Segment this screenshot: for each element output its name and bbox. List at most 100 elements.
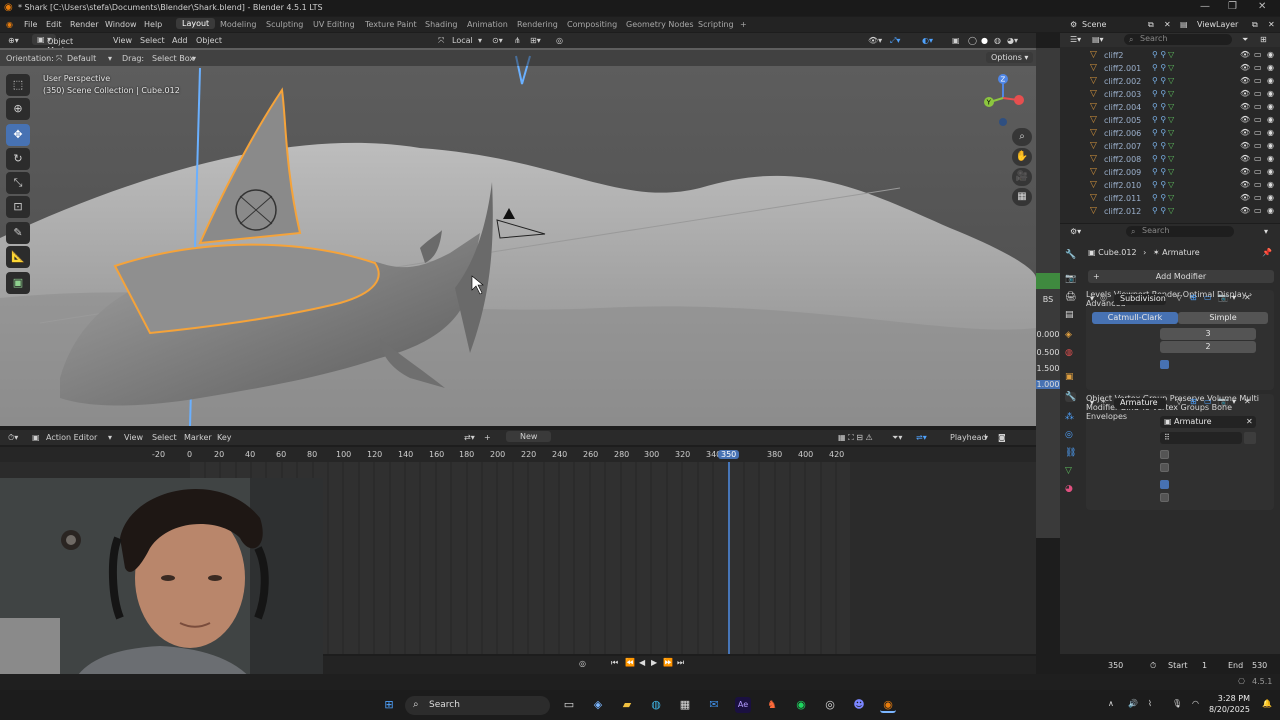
scale-icon[interactable]: ⤡: [6, 172, 30, 194]
scene-selector-icon[interactable]: ⚙: [1070, 20, 1077, 29]
tab-texture-paint[interactable]: Texture Paint: [365, 20, 417, 29]
viewport-toggle-icon[interactable]: ▭: [1204, 293, 1212, 302]
filter-icons[interactable]: ▦ ⛶ ⊟ ⚠: [838, 433, 873, 443]
vertex-groups-checkbox[interactable]: [1160, 480, 1169, 489]
menu-help[interactable]: Help: [144, 20, 162, 29]
windows-start-icon[interactable]: ⊞: [381, 697, 397, 713]
display-mode-icon[interactable]: ▤▾: [1092, 35, 1104, 44]
view-layer-icon[interactable]: ▤: [1180, 20, 1188, 29]
new-view-layer-icon[interactable]: ⧉: [1252, 20, 1258, 30]
start-frame-field[interactable]: 1: [1202, 661, 1207, 670]
next-keyframe-icon[interactable]: ⏩: [663, 658, 673, 667]
material-shading-icon[interactable]: ◍: [994, 36, 1001, 45]
outliner-item[interactable]: ▽ cliff2.008 ⚲ ⚲ ▽ 👁 ▭ ◉: [1060, 154, 1280, 167]
jump-start-icon[interactable]: ⏮: [611, 658, 618, 668]
brave-icon[interactable]: ♞: [764, 697, 780, 713]
menu-marker[interactable]: Marker: [184, 433, 212, 442]
steam-icon[interactable]: ◎: [822, 697, 838, 713]
eye-icon[interactable]: 👁: [1240, 115, 1250, 124]
rotate-icon[interactable]: ↻: [6, 148, 30, 170]
outliner-item[interactable]: ▽ cliff2.003 ⚲ ⚲ ▽ 👁 ▭ ◉: [1060, 89, 1280, 102]
visibility-icon[interactable]: 👁▾: [868, 36, 882, 45]
viewport-icon[interactable]: ▭: [1254, 180, 1262, 189]
new-collection-icon[interactable]: ⊞: [1260, 35, 1267, 44]
current-frame-marker[interactable]: 350: [718, 450, 740, 459]
tab-rendering[interactable]: Rendering: [517, 20, 558, 29]
data-tab-icon[interactable]: ▽: [1065, 466, 1072, 476]
render-camera-icon[interactable]: ◉: [1267, 102, 1274, 111]
proportional-edit-icon[interactable]: ◎: [556, 36, 563, 45]
outliner-item[interactable]: ▽ cliff2.005 ⚲ ⚲ ▽ 👁 ▭ ◉: [1060, 115, 1280, 128]
editor-type-icon[interactable]: ⚙▾: [1070, 227, 1081, 236]
tab-modeling[interactable]: Modeling: [220, 20, 256, 29]
delete-view-layer-icon[interactable]: ✕: [1268, 20, 1275, 29]
maximize-icon[interactable]: ❐: [1228, 1, 1237, 12]
filter-funnel-icon[interactable]: ⏷▾: [892, 433, 902, 443]
action-browse-icon[interactable]: ⇄▾: [464, 433, 475, 442]
viewport-icon[interactable]: ▭: [1254, 154, 1262, 163]
add-modifier-button[interactable]: + Add Modifier: [1088, 270, 1274, 283]
outliner-item[interactable]: ▽ cliff2 ⚲ ⚲ ▽ 👁 ▭ ◉: [1060, 50, 1280, 63]
outliner-item[interactable]: ▽ cliff2.009 ⚲ ⚲ ▽ 👁 ▭ ◉: [1060, 167, 1280, 180]
render-tab-icon[interactable]: 📷: [1065, 274, 1076, 284]
camera-view-icon[interactable]: 🎥: [1012, 168, 1032, 186]
zoom-icon[interactable]: ⌕: [1012, 128, 1032, 146]
render-camera-icon[interactable]: ◉: [1267, 154, 1274, 163]
jump-end-icon[interactable]: ⏭: [677, 658, 684, 668]
clock-date[interactable]: 8/20/2025: [1200, 705, 1250, 714]
clock-time[interactable]: 3:28 PM: [1210, 694, 1250, 703]
edit-mode-toggle-icon[interactable]: ▽: [1176, 397, 1182, 406]
action-editor-dropdown[interactable]: Action Editor: [46, 433, 97, 442]
dropdown-icon[interactable]: ▾: [1232, 293, 1236, 302]
viewport-icon[interactable]: ▭: [1254, 89, 1262, 98]
pivot-dropdown[interactable]: Local: [452, 36, 473, 45]
clear-field-icon[interactable]: ✕: [1246, 417, 1253, 426]
new-action-icon[interactable]: +: [484, 433, 491, 442]
proportional-edit-icon[interactable]: ◙: [998, 433, 1006, 442]
blender-taskbar-icon[interactable]: ◉: [880, 697, 896, 713]
scene-tab-icon[interactable]: ◈: [1065, 330, 1072, 340]
view-layer-tab-icon[interactable]: ▤: [1065, 310, 1074, 320]
tab-geometry-nodes[interactable]: Geometry Nodes: [626, 20, 693, 29]
tab-compositing[interactable]: Compositing: [567, 20, 617, 29]
render-camera-icon[interactable]: ◉: [1267, 167, 1274, 176]
snap-target-icon[interactable]: ⊞▾: [530, 36, 541, 45]
render-camera-icon[interactable]: ◉: [1267, 63, 1274, 72]
bone-envelopes-checkbox[interactable]: [1160, 493, 1169, 502]
vertex-group-field[interactable]: [1160, 432, 1242, 444]
menu-edit[interactable]: Edit: [46, 20, 62, 29]
multi-modifier-checkbox[interactable]: [1160, 463, 1169, 472]
outliner-item[interactable]: ▽ cliff2.001 ⚲ ⚲ ▽ 👁 ▭ ◉: [1060, 63, 1280, 76]
scene-name[interactable]: Scene: [1082, 20, 1106, 29]
pin-icon[interactable]: 📌: [1262, 248, 1272, 257]
new-action-button[interactable]: New: [506, 431, 552, 442]
outliner-search-input[interactable]: Search: [1124, 34, 1232, 45]
snap-toggle-icon[interactable]: ⇌▾: [916, 433, 927, 442]
material-tab-icon[interactable]: ◕: [1065, 484, 1073, 494]
filter-funnel-icon[interactable]: ⏷: [1242, 35, 1248, 45]
render-camera-icon[interactable]: ◉: [1267, 128, 1274, 137]
levels-viewport-field[interactable]: 3: [1160, 328, 1256, 340]
render-camera-icon[interactable]: ◉: [1267, 76, 1274, 85]
editor-type-icon[interactable]: ☰▾: [1070, 35, 1081, 44]
copilot-icon[interactable]: ◈: [590, 697, 606, 713]
render-camera-icon[interactable]: ◉: [1267, 193, 1274, 202]
render-camera-icon[interactable]: ◉: [1267, 89, 1274, 98]
chevron-down-icon[interactable]: ▾: [1264, 227, 1268, 236]
transform-orientation-icon[interactable]: ⤧: [438, 36, 444, 46]
viewport-icon[interactable]: ▭: [1254, 167, 1262, 176]
tool-tab-icon[interactable]: 🔧: [1065, 250, 1076, 260]
pan-hand-icon[interactable]: ✋: [1012, 148, 1032, 166]
outlook-icon[interactable]: ✉: [706, 697, 722, 713]
add-cube-icon[interactable]: ▣: [6, 272, 30, 294]
collapse-icon[interactable]: ▾: [1090, 294, 1094, 303]
dropdown-icon[interactable]: ▾: [1232, 397, 1236, 406]
on-cage-toggle-icon[interactable]: ⊞: [1190, 397, 1197, 406]
properties-search-input[interactable]: Search: [1126, 226, 1234, 237]
solid-shading-icon[interactable]: ●: [981, 36, 988, 45]
prev-keyframe-icon[interactable]: ⏪: [625, 658, 635, 667]
eye-icon[interactable]: 👁: [1240, 63, 1250, 72]
outliner-item[interactable]: ▽ cliff2.012 ⚲ ⚲ ▽ 👁 ▭ ◉: [1060, 206, 1280, 219]
transform-icon[interactable]: ⊡: [6, 196, 30, 218]
menu-select[interactable]: Select: [152, 433, 177, 442]
